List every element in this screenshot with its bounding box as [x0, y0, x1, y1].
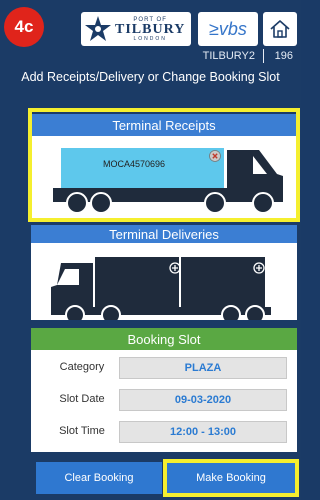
port-of-tilbury-logo: PORT OF TILBURY LONDON [81, 12, 191, 46]
make-booking-highlight [163, 459, 299, 497]
info-bar: TILBURY2 196 [0, 49, 301, 64]
add-container-front-icon[interactable] [169, 262, 181, 274]
home-icon [270, 20, 290, 38]
port-star-icon [85, 16, 111, 41]
receipts-highlight [28, 108, 300, 222]
info-divider [263, 49, 264, 63]
booking-slot-panel: Booking Slot Category PLAZA Slot Date 09… [31, 328, 297, 452]
slot-date-value[interactable]: 09-03-2020 [119, 389, 287, 411]
app-header: PORT OF TILBURY LONDON ≥vbs [0, 0, 301, 50]
logo-city-text: LONDON [133, 35, 167, 42]
slot-date-label: Slot Date [59, 393, 105, 405]
user-number: 196 [274, 50, 293, 62]
terminal-deliveries-panel: Terminal Deliveries [31, 225, 297, 320]
slot-time-value[interactable]: 12:00 - 13:00 [119, 421, 287, 443]
delivery-truck [51, 257, 271, 320]
clear-booking-button[interactable]: Clear Booking [36, 462, 162, 494]
vbs-logo: ≥vbs [198, 12, 258, 46]
home-button[interactable] [263, 12, 297, 46]
category-value: PLAZA [119, 357, 287, 379]
step-badge: 4c [4, 7, 44, 47]
screen: 4c PORT OF TILBURY LONDON ≥vbs TILBURY2 … [0, 0, 301, 500]
category-label: Category [59, 361, 105, 373]
slot-date-row: Slot Date 09-03-2020 [31, 389, 297, 411]
category-row: Category PLAZA [31, 357, 297, 379]
booking-slot-header: Booking Slot [31, 328, 297, 350]
add-container-rear-icon[interactable] [253, 262, 265, 274]
user-id: TILBURY2 [202, 50, 255, 62]
terminal-deliveries-header: Terminal Deliveries [31, 225, 297, 243]
slot-time-row: Slot Time 12:00 - 13:00 [31, 421, 297, 443]
page-title: Add Receipts/Delivery or Change Booking … [21, 70, 280, 84]
slot-time-label: Slot Time [59, 425, 105, 437]
logo-name-text: TILBURY [115, 21, 186, 37]
